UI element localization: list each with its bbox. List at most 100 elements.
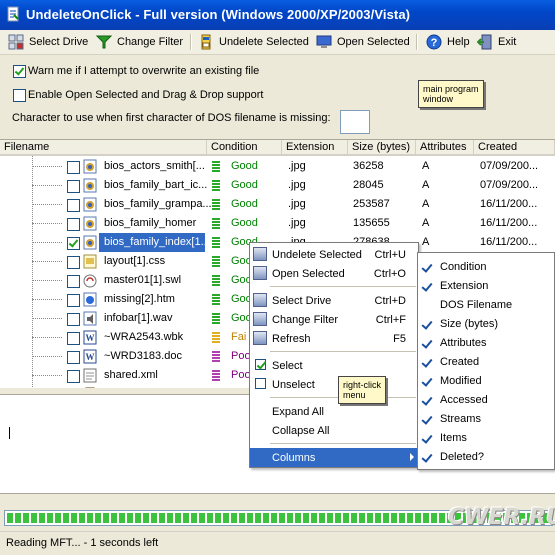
submenu-item-accessed[interactable]: Accessed	[418, 390, 554, 409]
change-filter-button[interactable]: Change Filter	[96, 33, 183, 51]
row-checkbox[interactable]	[67, 313, 80, 326]
submenu-item-attributes[interactable]: Attributes	[418, 333, 554, 352]
row-size: 135655	[353, 217, 390, 229]
row-checkbox[interactable]	[67, 218, 80, 231]
row-extension: .jpg	[288, 160, 306, 172]
menu-item-label: Select	[272, 359, 303, 372]
row-filename: infobar[1].wav	[104, 312, 173, 324]
table-row[interactable]: bios_family_grampa... Good .jpg 253587 A 16/1…	[0, 195, 555, 214]
columns-submenu: Condition Extension DOS Filename Size (byte…	[417, 252, 555, 470]
row-checkbox[interactable]	[67, 351, 80, 364]
row-checkbox[interactable]	[67, 294, 80, 307]
menu-separator	[270, 351, 416, 352]
column-header-size[interactable]: Size (bytes)	[348, 140, 416, 156]
open-selected-label: Open Selected	[337, 36, 410, 48]
open-selected-button[interactable]: Open Selected	[316, 33, 410, 51]
submenu-item-deleted-[interactable]: Deleted?	[418, 447, 554, 466]
menu-item-refresh[interactable]: Refresh F5	[250, 329, 418, 348]
condition-bar	[212, 370, 220, 381]
menu-item-shortcut: Ctrl+F	[375, 313, 406, 326]
row-created: 16/11/200...	[480, 236, 538, 248]
tree-branch	[32, 299, 62, 300]
row-checkbox[interactable]	[67, 256, 80, 269]
dos-char-input[interactable]	[340, 110, 370, 134]
table-row[interactable]: bios_actors_smith[... Good .jpg 36258 A 07/09…	[0, 157, 555, 176]
submenu-item-label: Deleted?	[440, 450, 485, 463]
column-header-created[interactable]: Created	[474, 140, 555, 156]
column-header-condition[interactable]: Condition	[207, 140, 282, 156]
select-drive-button[interactable]: Select Drive	[8, 33, 88, 51]
exit-label: Exit	[498, 36, 517, 48]
xml-file-icon	[83, 368, 97, 383]
row-condition: Good	[231, 160, 258, 172]
submenu-item-label: Streams	[440, 412, 481, 425]
submenu-item-extension[interactable]: Extension	[418, 276, 554, 295]
enable-open-checkbox[interactable]	[13, 89, 26, 102]
callout-line: menu	[343, 390, 366, 400]
condition-bar	[212, 199, 220, 210]
menu-item-change-filter[interactable]: Change Filter Ctrl+F	[250, 310, 418, 329]
menu-item-unselect[interactable]: Unselect	[250, 375, 418, 394]
menu-item-label: Open Selected	[272, 267, 345, 280]
callout-line: main program	[423, 84, 479, 94]
menu-item-open-selected[interactable]: Open Selected Ctrl+O	[250, 264, 418, 283]
tree-branch	[32, 337, 62, 338]
menu-item-select-drive[interactable]: Select Drive Ctrl+D	[250, 291, 418, 310]
submenu-item-label: Extension	[440, 279, 489, 292]
condition-bar	[212, 313, 220, 324]
submenu-item-created[interactable]: Created	[418, 352, 554, 371]
menu-item-shortcut: Ctrl+U	[374, 248, 406, 261]
submenu-item-streams[interactable]: Streams	[418, 409, 554, 428]
row-checkbox[interactable]	[67, 180, 80, 193]
condition-bar	[212, 161, 220, 172]
submenu-item-condition[interactable]: Condition	[418, 257, 554, 276]
toolbar-separator	[190, 34, 192, 50]
monitor-icon	[316, 35, 332, 48]
callout-line: right-click	[343, 380, 382, 390]
menu-item-label: Expand All	[272, 405, 324, 418]
menu-item-collapse-all[interactable]: Collapse All	[250, 421, 418, 440]
check-icon	[421, 432, 433, 444]
menu-item-expand-all[interactable]: Expand All	[250, 402, 418, 421]
submenu-item-dos-filename[interactable]: DOS Filename	[418, 295, 554, 314]
submenu-item-label: DOS Filename	[440, 298, 513, 311]
condition-bar	[212, 180, 220, 191]
menu-item-columns[interactable]: Columns	[250, 448, 418, 467]
row-created: 07/09/200...	[480, 179, 539, 191]
svg-text:W: W	[86, 352, 95, 362]
menu-item-undelete-selected[interactable]: Undelete Selected Ctrl+U	[250, 245, 418, 264]
row-checkbox[interactable]	[67, 237, 80, 250]
filter-icon	[96, 35, 112, 49]
row-checkbox[interactable]	[67, 199, 80, 212]
row-condition: Poo	[231, 350, 251, 362]
row-checkbox[interactable]	[67, 275, 80, 288]
tree-branch	[32, 223, 62, 224]
text-cursor	[9, 427, 10, 439]
word-file-icon: W	[83, 349, 97, 364]
submenu-item-modified[interactable]: Modified	[418, 371, 554, 390]
submenu-item-size-bytes-[interactable]: Size (bytes)	[418, 314, 554, 333]
submenu-item-label: Accessed	[440, 393, 488, 406]
column-header-filename[interactable]: Filename	[0, 140, 207, 156]
row-checkbox[interactable]	[67, 332, 80, 345]
row-filename: layout[1].css	[104, 255, 166, 267]
undelete-selected-button[interactable]: Undelete Selected	[198, 33, 309, 51]
row-filename: master01[1].swl	[104, 274, 182, 286]
exit-button[interactable]: Exit	[477, 33, 516, 51]
svg-text:W: W	[86, 333, 95, 343]
table-row[interactable]: bios_family_homer Good .jpg 135655 A 16/11/20…	[0, 214, 555, 233]
row-extension: .jpg	[288, 217, 306, 229]
watermark: CWER.RU	[448, 505, 555, 530]
table-row[interactable]: bios_family_bart_ic... Good .jpg 28045 A 07/0…	[0, 176, 555, 195]
check-icon	[421, 394, 433, 406]
help-button[interactable]: ? Help	[426, 33, 470, 51]
submenu-item-items[interactable]: Items	[418, 428, 554, 447]
audio-file-icon	[83, 311, 97, 326]
column-header-extension[interactable]: Extension	[282, 140, 348, 156]
column-header-attributes[interactable]: Attributes	[416, 140, 474, 156]
menu-item-select[interactable]: Select	[250, 356, 418, 375]
warn-overwrite-checkbox[interactable]	[13, 65, 26, 78]
check-icon	[421, 451, 433, 463]
row-checkbox[interactable]	[67, 370, 80, 383]
row-checkbox[interactable]	[67, 161, 80, 174]
